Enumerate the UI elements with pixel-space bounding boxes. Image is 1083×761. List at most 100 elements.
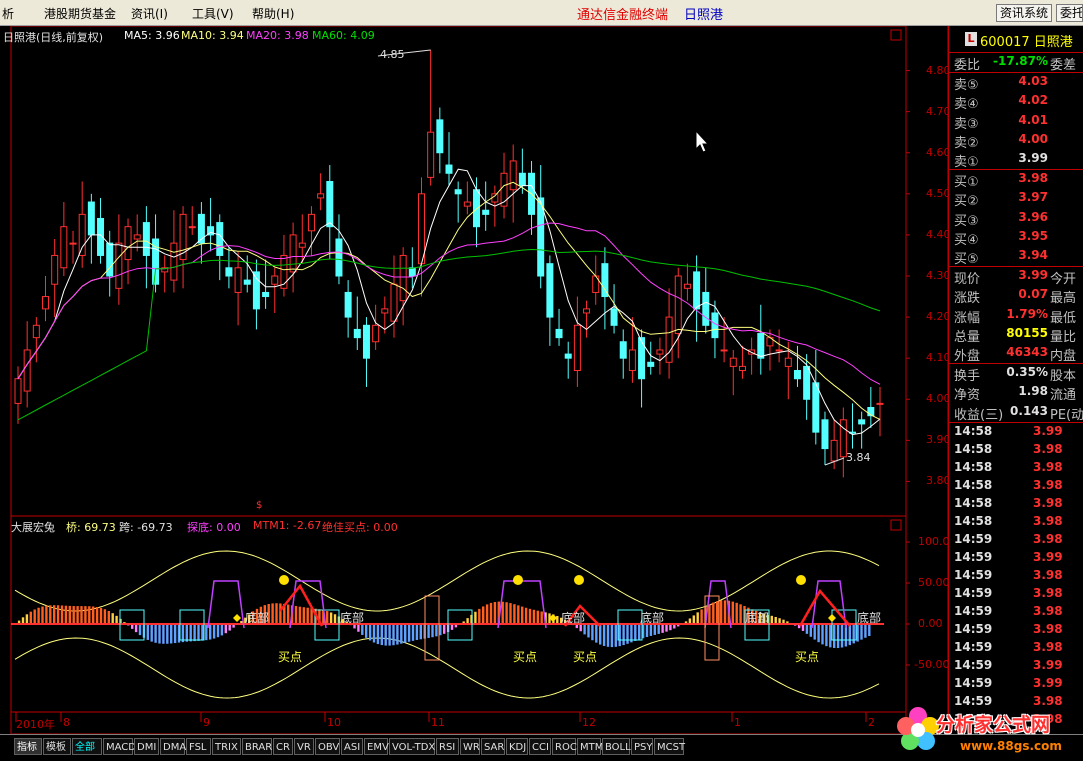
histogram-bar	[696, 612, 699, 624]
menu-item-analysis[interactable]: 析	[2, 5, 14, 22]
tab-wr[interactable]: WR	[460, 738, 480, 755]
histogram-bar	[396, 624, 399, 645]
histogram-bar	[21, 617, 25, 624]
histogram-bar	[88, 606, 91, 624]
tab-vol-tdx[interactable]: VOL-TDX	[389, 738, 435, 755]
tab-trix[interactable]: TRIX	[212, 738, 241, 755]
histogram-bar	[599, 624, 602, 645]
menu-item-help[interactable]: 帮助(H)	[252, 5, 294, 22]
histogram-bar	[860, 624, 863, 640]
tab-dma[interactable]: DMA	[160, 738, 186, 755]
tab-macd[interactable]: MACD	[103, 738, 136, 755]
tick-price: 3.98	[1033, 585, 1063, 600]
histogram-bar	[72, 606, 75, 624]
candle-body	[656, 349, 664, 355]
tick-time: 14:59	[954, 639, 993, 654]
histogram-bar	[333, 614, 337, 624]
buy-level-row: 买④ 3.95	[949, 228, 1083, 248]
histogram-bar	[95, 607, 99, 624]
indicator-tandi: 探底: 0.00	[187, 521, 241, 534]
histogram-bar	[166, 624, 169, 644]
tab-boll[interactable]: BOLL	[602, 738, 631, 755]
tab-psy[interactable]: PSY	[631, 738, 653, 755]
histogram-bar	[189, 624, 192, 642]
kline-chart[interactable]	[0, 26, 948, 734]
stat2-row-label: 收益(三)	[954, 407, 1004, 423]
histogram-bar	[392, 624, 395, 646]
histogram-bar	[37, 607, 40, 624]
candle-body	[491, 193, 499, 203]
stock-code-name[interactable]: 600017 日照港	[980, 31, 1073, 50]
tab-vr[interactable]: VR	[294, 738, 314, 755]
candle-body	[344, 291, 352, 318]
tab-1[interactable]: 模板	[43, 738, 71, 755]
bottom-label: 底部	[857, 611, 882, 625]
indicator-axis-label: -50.00	[914, 658, 950, 671]
histogram-bar	[287, 604, 290, 624]
tab-asi[interactable]: ASI	[341, 738, 363, 755]
candle-body	[473, 189, 481, 228]
weibi-row-extra: 委差	[1050, 58, 1077, 73]
candle-body	[23, 349, 31, 392]
window-stock-name: 日照港	[684, 8, 724, 23]
chart-area[interactable]: 日照港(日线,前复权) MA5: 3.96 MA10: 3.94 MA20: 3…	[0, 26, 951, 734]
histogram-bar	[326, 611, 329, 624]
tab-mcst[interactable]: MCST	[654, 738, 685, 755]
low-price-marker: 3.84	[846, 451, 871, 464]
histogram-bar	[638, 624, 641, 640]
tick-row: 14:59 3.98	[949, 621, 1083, 639]
tab-cr[interactable]: CR	[273, 738, 293, 755]
menu-item-news[interactable]: 资讯(I)	[131, 5, 168, 22]
menu-item-tools[interactable]: 工具(V)	[192, 5, 234, 22]
candle-body	[362, 324, 370, 359]
tab-mtm[interactable]: MTM	[577, 738, 603, 755]
tab-rsi[interactable]: RSI	[436, 738, 459, 755]
candle-body	[381, 308, 389, 314]
menu-item-hk-futures-funds[interactable]: 港股期货基金	[44, 5, 116, 22]
candle-body	[674, 275, 682, 335]
tab-2[interactable]: 全部	[72, 738, 102, 755]
tab-roc[interactable]: ROC	[552, 738, 577, 755]
logo-url: www.88gs.com	[960, 739, 1062, 753]
site-logo: 分析家公式网 www.88gs.com	[890, 702, 1083, 760]
price-axis-label: 4.20	[926, 310, 951, 324]
tab-emv[interactable]: EMV	[364, 738, 389, 755]
candle-body	[335, 238, 343, 277]
tab-sar[interactable]: SAR	[481, 738, 505, 755]
sell-level-row-value: 4.00	[1018, 131, 1048, 146]
histogram-bar	[302, 607, 305, 624]
buy-level-row-label: 买④	[954, 232, 979, 248]
trade-button[interactable]: 委托	[1056, 4, 1083, 22]
tick-price: 3.98	[1033, 441, 1063, 456]
tick-price: 3.99	[1033, 675, 1063, 690]
tick-row: 14:59 3.99	[949, 657, 1083, 675]
candle-body	[252, 271, 260, 310]
tab-obv[interactable]: OBV	[315, 738, 340, 755]
indicator-name: 大展宏兔	[11, 521, 55, 534]
sell-level-row-value: 3.99	[1018, 151, 1048, 165]
tab-fsl[interactable]: FSL	[186, 738, 211, 755]
candle-body	[69, 242, 77, 245]
news-system-button[interactable]: 资讯系统	[996, 4, 1053, 22]
histogram-bar	[501, 601, 504, 624]
tick-row: 14:59 3.99	[949, 549, 1083, 567]
price-axis-label: 4.10	[926, 351, 951, 365]
tick-price: 3.98	[1033, 513, 1063, 528]
candle-body	[115, 242, 123, 289]
histogram-bar	[80, 606, 83, 624]
tab-kdj[interactable]: KDJ	[506, 738, 528, 755]
histogram-bar	[836, 624, 840, 649]
tick-price: 3.98	[1033, 639, 1063, 654]
tab-0[interactable]: 指标	[14, 738, 42, 755]
tab-cci[interactable]: CCI	[529, 738, 551, 755]
tab-dmi[interactable]: DMI	[134, 738, 159, 755]
histogram-bar	[505, 602, 508, 624]
candle-body	[711, 312, 719, 339]
candle-body	[408, 267, 416, 277]
histogram-bar	[528, 608, 532, 624]
buy-signal-dot	[574, 575, 584, 585]
stat-row-value: 1.79%	[1006, 306, 1048, 321]
tab-brar[interactable]: BRAR	[242, 738, 272, 755]
histogram-bar	[400, 624, 403, 644]
candle-body	[445, 164, 453, 174]
